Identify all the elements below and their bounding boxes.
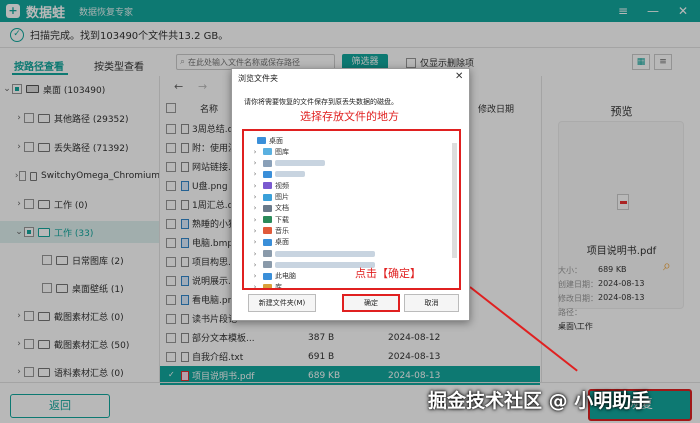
- chevron-right-icon[interactable]: ›: [250, 227, 260, 235]
- chevron-right-icon[interactable]: ›: [250, 272, 260, 280]
- folder-tree-item[interactable]: › 库: [244, 280, 447, 290]
- chevron-right-icon[interactable]: ›: [250, 283, 260, 288]
- redacted-label: [275, 250, 375, 257]
- dialog-description: 请你将需要恢复的文件保存到原丢失数据的磁盘。: [244, 98, 398, 106]
- gallery-icon: [263, 148, 272, 156]
- desktop-icon: [257, 137, 266, 144]
- chevron-right-icon[interactable]: ›: [250, 204, 260, 212]
- doc-icon: [263, 204, 272, 212]
- folder-tree-label: 库: [275, 283, 282, 290]
- pc-icon: [263, 272, 272, 280]
- annotation-click-ok: 点击【确定】: [355, 267, 421, 280]
- pc-icon: [263, 170, 272, 178]
- drive-icon: [263, 250, 272, 257]
- library-icon: [263, 283, 272, 288]
- chevron-right-icon[interactable]: ›: [250, 170, 260, 178]
- new-folder-button[interactable]: 新建文件夹(M): [248, 294, 316, 312]
- tree-scrollbar[interactable]: [452, 143, 457, 258]
- folder-browser-tree: 桌面 › 图库 › › › 视频 › 图片 › 文档 › 下载 › 音乐 › 桌面 › › › 此电脑 › 库: [242, 129, 461, 290]
- dialog-close-icon[interactable]: ✕: [455, 71, 463, 82]
- redacted-label: [275, 160, 325, 167]
- chevron-right-icon[interactable]: ›: [250, 216, 260, 224]
- video-icon: [263, 182, 272, 190]
- chevron-right-icon[interactable]: ›: [250, 238, 260, 246]
- redacted-label: [275, 171, 305, 178]
- chevron-right-icon[interactable]: ›: [250, 159, 260, 167]
- chevron-right-icon[interactable]: ›: [250, 182, 260, 190]
- dialog-title: 浏览文件夹: [238, 74, 278, 83]
- cancel-button[interactable]: 取消: [404, 294, 459, 312]
- chevron-right-icon[interactable]: ›: [250, 250, 260, 258]
- browse-folder-dialog: 浏览文件夹 ✕ 请你将需要恢复的文件保存到原丢失数据的磁盘。 选择存放文件的地方…: [231, 68, 470, 321]
- download-icon: [263, 216, 272, 224]
- drive-icon: [263, 261, 272, 269]
- annotation-choose-location: 选择存放文件的地方: [300, 110, 399, 123]
- app-window: + 数据蛙 数据恢复专家 ≡ — ✕ ✓ 扫描完成。找到103490个文件共13…: [0, 0, 700, 423]
- chevron-right-icon[interactable]: ›: [250, 193, 260, 201]
- desktop-icon: [263, 238, 272, 246]
- watermark: 掘金技术社区 @ 小明助手: [428, 390, 651, 412]
- chevron-right-icon[interactable]: ›: [250, 261, 260, 269]
- music-icon: [263, 227, 272, 235]
- user-icon: [263, 159, 272, 167]
- picture-icon: [263, 193, 272, 201]
- ok-button[interactable]: 确定: [342, 294, 400, 312]
- chevron-right-icon[interactable]: ›: [250, 148, 260, 156]
